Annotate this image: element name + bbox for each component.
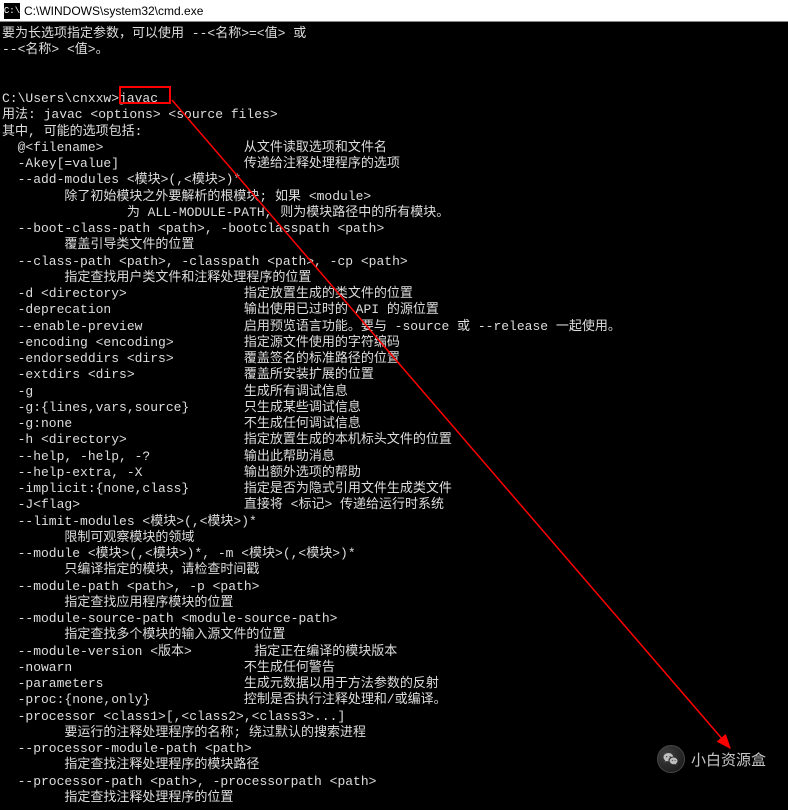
watermark-text: 小白资源盒	[691, 749, 766, 770]
terminal-output[interactable]: 要为长选项指定参数，可以使用 --<名称>=<值> 或 --<名称> <值>。 …	[0, 22, 788, 810]
watermark: 小白资源盒	[657, 745, 766, 773]
cmd-icon: C:\	[4, 3, 20, 19]
window-titlebar: C:\ C:\WINDOWS\system32\cmd.exe	[0, 0, 788, 22]
wechat-icon	[657, 745, 685, 773]
window-title: C:\WINDOWS\system32\cmd.exe	[24, 4, 203, 18]
